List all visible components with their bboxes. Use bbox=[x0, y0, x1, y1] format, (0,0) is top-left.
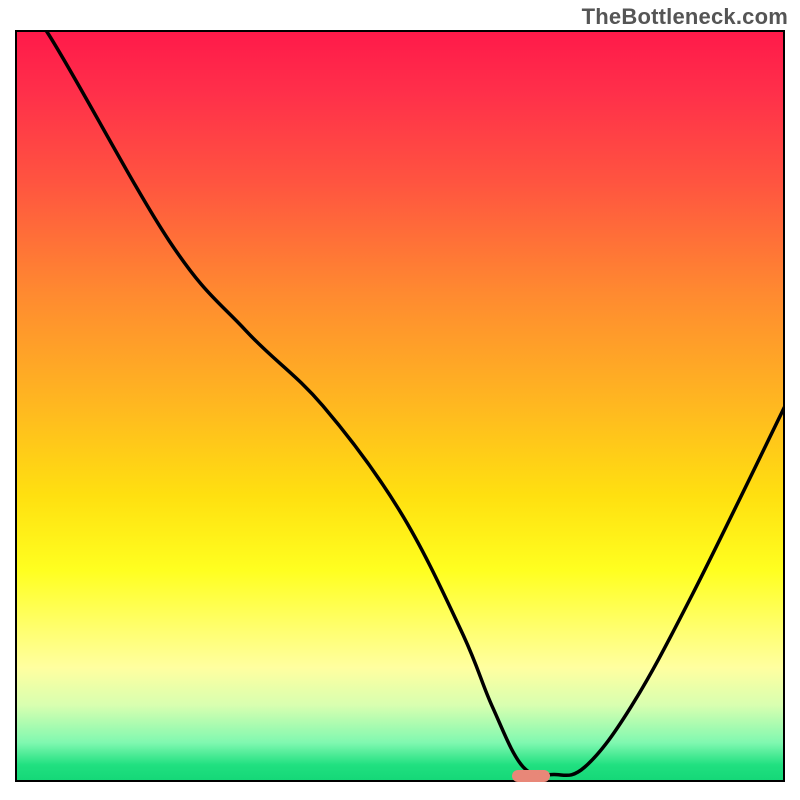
plot-area bbox=[15, 30, 785, 782]
chart-container: TheBottleneck.com bbox=[0, 0, 800, 800]
gradient-background bbox=[15, 30, 785, 782]
optimal-marker bbox=[512, 770, 551, 782]
attribution-label: TheBottleneck.com bbox=[582, 4, 788, 30]
